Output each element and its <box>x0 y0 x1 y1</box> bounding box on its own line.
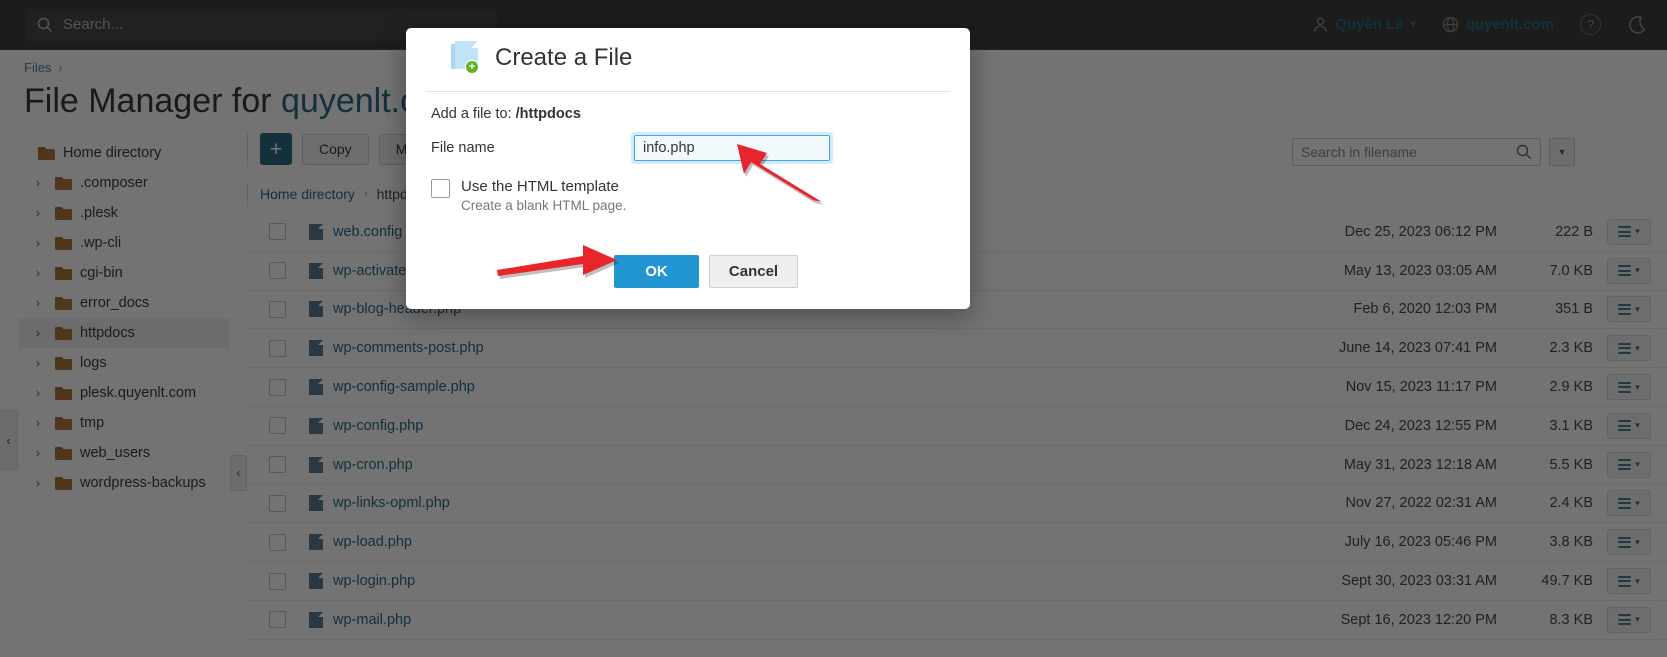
file-name-input-focus-ring <box>631 132 833 164</box>
use-html-template-checkbox[interactable] <box>431 179 450 198</box>
file-name-label: File name <box>431 140 495 156</box>
use-html-template-label: Use the HTML template <box>461 178 619 195</box>
use-html-template-hint: Create a blank HTML page. <box>461 198 627 213</box>
dialog-body: Add a file to: /httpdocs File name Use t… <box>406 92 970 213</box>
html-template-text-group: Use the HTML template Create a blank HTM… <box>461 178 626 213</box>
file-name-row: File name <box>431 132 945 164</box>
add-file-to-label: Add a file to: <box>431 106 516 122</box>
dialog-title: Create a File <box>495 43 633 71</box>
html-template-checkbox-row: Use the HTML template Create a blank HTM… <box>431 178 945 213</box>
new-file-icon: + <box>451 41 479 74</box>
file-manager-screen: Search... Quyền Lê ▾ <box>0 0 1667 657</box>
create-file-dialog: + Create a File Add a file to: /httpdocs… <box>406 28 970 309</box>
dialog-actions: OK Cancel <box>406 255 970 288</box>
dialog-header: + Create a File <box>426 28 950 92</box>
add-file-to-path: /httpdocs <box>515 106 581 122</box>
cancel-button[interactable]: Cancel <box>709 255 798 288</box>
ok-button[interactable]: OK <box>614 255 699 288</box>
file-name-input[interactable] <box>634 135 830 161</box>
add-file-to-text: Add a file to: /httpdocs <box>431 106 945 122</box>
